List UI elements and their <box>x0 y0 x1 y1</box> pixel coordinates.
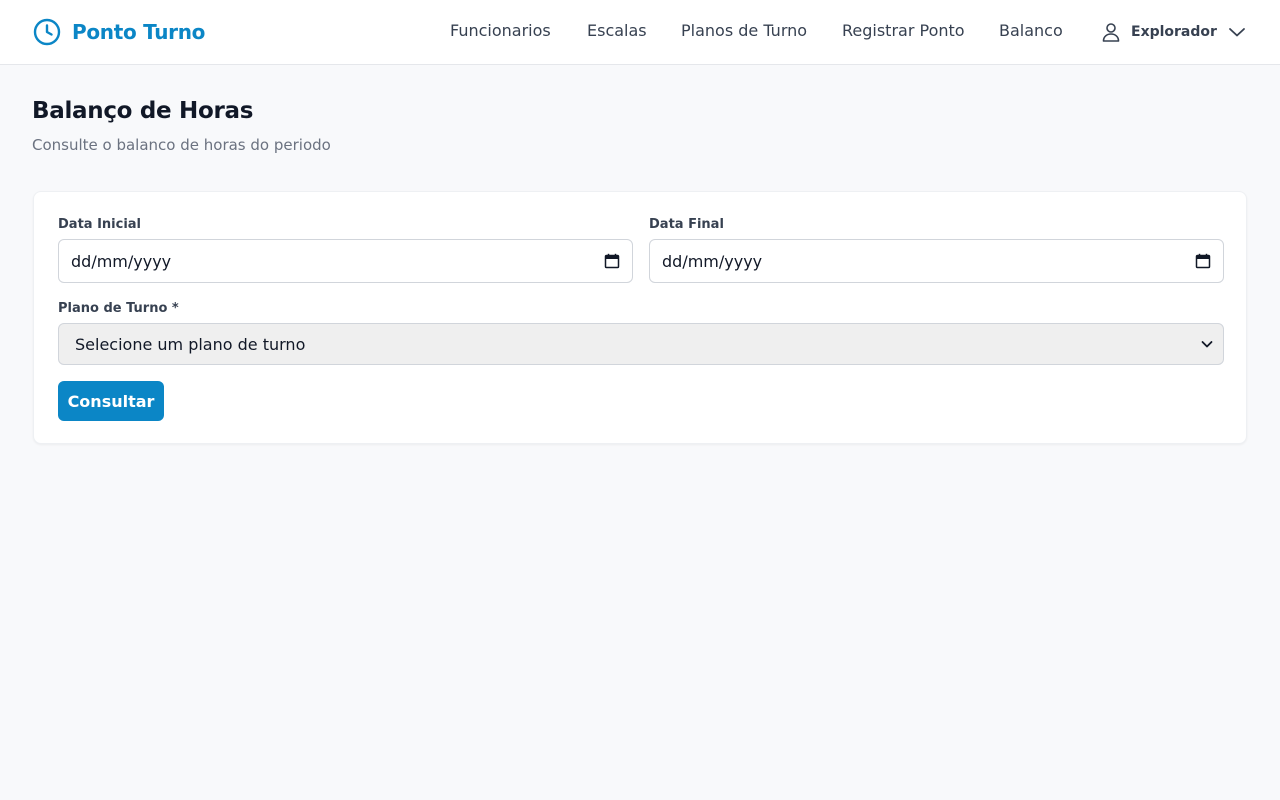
start-date-field[interactable]: dd/mm/yyyy <box>58 239 633 283</box>
user-name: Explorador <box>1131 24 1217 40</box>
consultar-button[interactable]: Consultar <box>58 381 164 421</box>
calendar-icon[interactable] <box>604 253 620 269</box>
chevron-down-icon <box>1201 341 1213 348</box>
nav-item-escalas[interactable]: Escalas <box>587 21 647 40</box>
start-date-label: Data Inicial <box>58 217 142 232</box>
brand-link[interactable]: Ponto Turno <box>33 17 205 47</box>
start-date-value: dd/mm/yyyy <box>71 251 172 271</box>
shift-plan-selected-value: Selecione um plano de turno <box>75 334 306 354</box>
end-date-label: Data Final <box>649 217 724 232</box>
user-icon <box>1102 23 1120 42</box>
shift-plan-select[interactable]: Selecione um plano de turno <box>58 323 1224 365</box>
brand-name: Ponto Turno <box>72 20 206 44</box>
page-subtitle: Consulte o balanco de horas do periodo <box>32 136 331 154</box>
filter-card: Data Inicial dd/mm/yyyy Data Final dd/mm… <box>33 191 1247 444</box>
nav-item-balanco[interactable]: Balanco <box>999 21 1063 40</box>
user-menu[interactable]: Explorador <box>1100 20 1247 44</box>
shift-plan-label: Plano de Turno * <box>58 301 179 316</box>
chevron-down-icon <box>1229 28 1245 37</box>
page-title: Balanço de Horas <box>32 98 254 124</box>
nav-item-registrar-ponto[interactable]: Registrar Ponto <box>842 21 965 40</box>
clock-icon <box>33 18 61 46</box>
nav-item-planos-de-turno[interactable]: Planos de Turno <box>681 21 807 40</box>
calendar-icon[interactable] <box>1195 253 1211 269</box>
nav-item-funcionarios[interactable]: Funcionarios <box>450 21 551 40</box>
end-date-field[interactable]: dd/mm/yyyy <box>649 239 1224 283</box>
end-date-value: dd/mm/yyyy <box>662 251 763 271</box>
top-navbar: Ponto Turno Funcionarios Escalas Planos … <box>0 0 1280 65</box>
